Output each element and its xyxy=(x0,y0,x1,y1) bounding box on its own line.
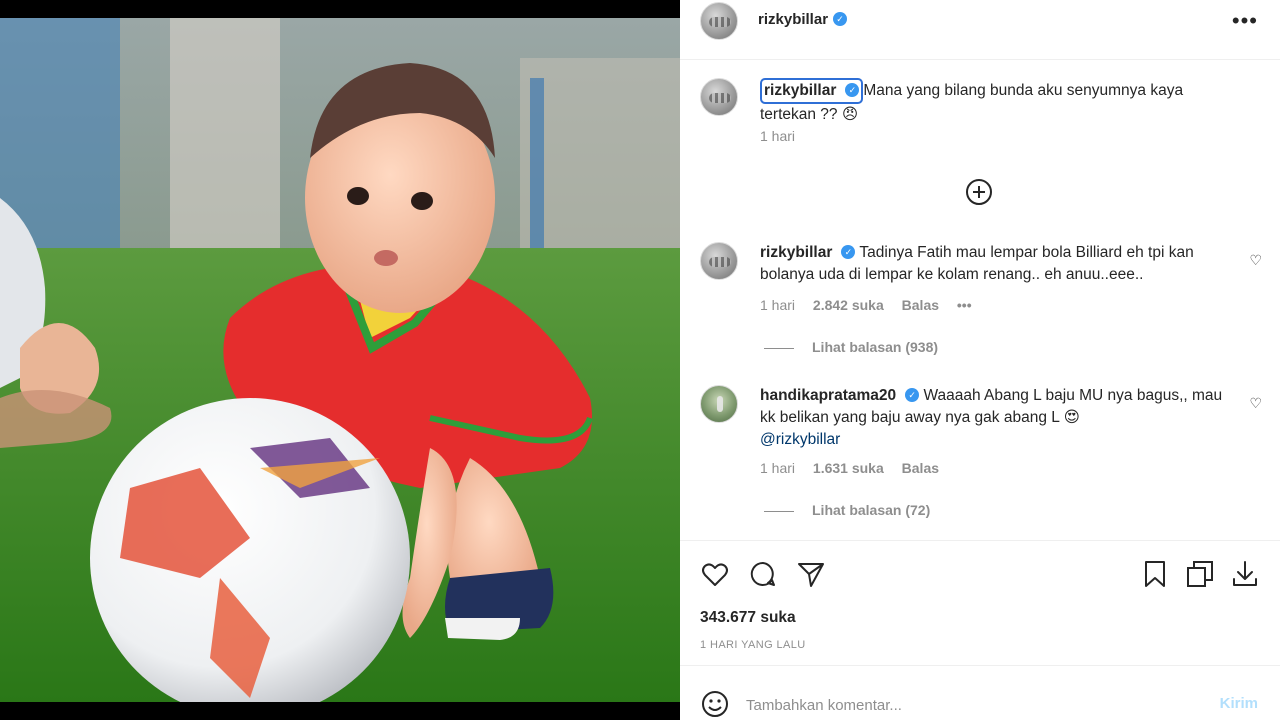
verified-badge-icon: ✓ xyxy=(845,82,860,97)
plus-circle-icon[interactable] xyxy=(964,177,994,207)
caption: rizkybillar ✓ Mana yang bilang bunda aku s… xyxy=(680,78,1280,158)
like-count[interactable]: 343.677 suka xyxy=(700,609,796,627)
bookmark-icon[interactable] xyxy=(1140,559,1170,589)
author-avatar[interactable] xyxy=(700,2,738,40)
reply-button[interactable]: Balas xyxy=(902,297,939,313)
verified-badge-icon: ✓ xyxy=(841,244,856,259)
comment-options-icon[interactable]: ••• xyxy=(957,297,972,313)
view-replies-label: Lihat balasan (938) xyxy=(812,339,939,355)
commenter-avatar[interactable] xyxy=(700,385,738,423)
share-icon[interactable] xyxy=(796,559,826,589)
action-bar: 343.677 suka 1 HARI YANG LALU xyxy=(680,540,1280,665)
view-replies-button[interactable]: Lihat balasan (938) xyxy=(764,339,938,355)
comment-body: rizkybillar ✓ Tadinya Fatih mau lempar bo… xyxy=(760,242,1230,286)
post-panel: rizkybillar ✓ ••• rizkybillar ✓ Mana yang b… xyxy=(680,0,1280,720)
download-icon[interactable] xyxy=(1230,559,1260,589)
comment-meta: 1 hari 2.842 suka Balas ••• xyxy=(760,297,986,313)
comment-icon[interactable] xyxy=(748,559,778,589)
post-header: rizkybillar ✓ ••• xyxy=(680,0,1280,60)
photo-baby-with-football xyxy=(0,18,680,702)
verified-badge-icon: ✓ xyxy=(833,12,848,27)
heart-icon[interactable] xyxy=(700,559,730,589)
view-replies-button[interactable]: Lihat balasan (72) xyxy=(764,502,930,518)
divider xyxy=(764,510,794,512)
comment-likes[interactable]: 1.631 suka xyxy=(813,460,884,476)
comment-body: handikapratama20 ✓ Waaaah Abang L baju MU… xyxy=(760,385,1230,451)
post-date: 1 HARI YANG LALU xyxy=(700,639,806,651)
caption-username[interactable]: rizkybillar xyxy=(764,82,836,99)
more-horizontal-icon[interactable]: ••• xyxy=(1232,8,1258,34)
copy-icon[interactable] xyxy=(1185,559,1215,589)
reply-button[interactable]: Balas xyxy=(902,460,939,476)
comment-input[interactable] xyxy=(746,692,1186,718)
divider xyxy=(764,347,794,349)
caption-username-highlight[interactable]: rizkybillar ✓ xyxy=(760,78,864,104)
commenter-username[interactable]: handikapratama20 xyxy=(760,387,896,404)
comment-likes[interactable]: 2.842 suka xyxy=(813,297,884,313)
caption-time: 1 hari xyxy=(760,128,796,144)
caption-meta: 1 hari xyxy=(760,128,809,144)
mention-link[interactable]: @rizkybillar xyxy=(760,431,840,448)
view-replies-label: Lihat balasan (72) xyxy=(812,502,931,518)
commenter-avatar[interactable] xyxy=(700,242,738,280)
caption-body: rizkybillar ✓ Mana yang bilang bunda aku s… xyxy=(760,78,1230,126)
comment-item: handikapratama20 ✓ Waaaah Abang L baju MU… xyxy=(680,385,1280,525)
emoji-icon[interactable] xyxy=(700,689,730,719)
verified-badge-icon: ✓ xyxy=(905,387,920,402)
author-username[interactable]: rizkybillar ✓ xyxy=(758,11,848,28)
add-comment-bar: Kirim xyxy=(680,665,1280,720)
commenter-username[interactable]: rizkybillar xyxy=(760,244,832,261)
comment-time: 1 hari xyxy=(760,460,796,476)
comment-like-heart-icon[interactable]: ♡ xyxy=(1249,252,1262,269)
caption-avatar[interactable] xyxy=(700,78,738,116)
comment-item: rizkybillar ✓ Tadinya Fatih mau lempar bo… xyxy=(680,242,1280,362)
comment-like-heart-icon[interactable]: ♡ xyxy=(1249,395,1262,412)
comment-meta: 1 hari 1.631 suka Balas xyxy=(760,460,953,476)
comment-time: 1 hari xyxy=(760,297,796,313)
post-comment-button[interactable]: Kirim xyxy=(1220,695,1258,712)
post-photo xyxy=(0,0,680,720)
